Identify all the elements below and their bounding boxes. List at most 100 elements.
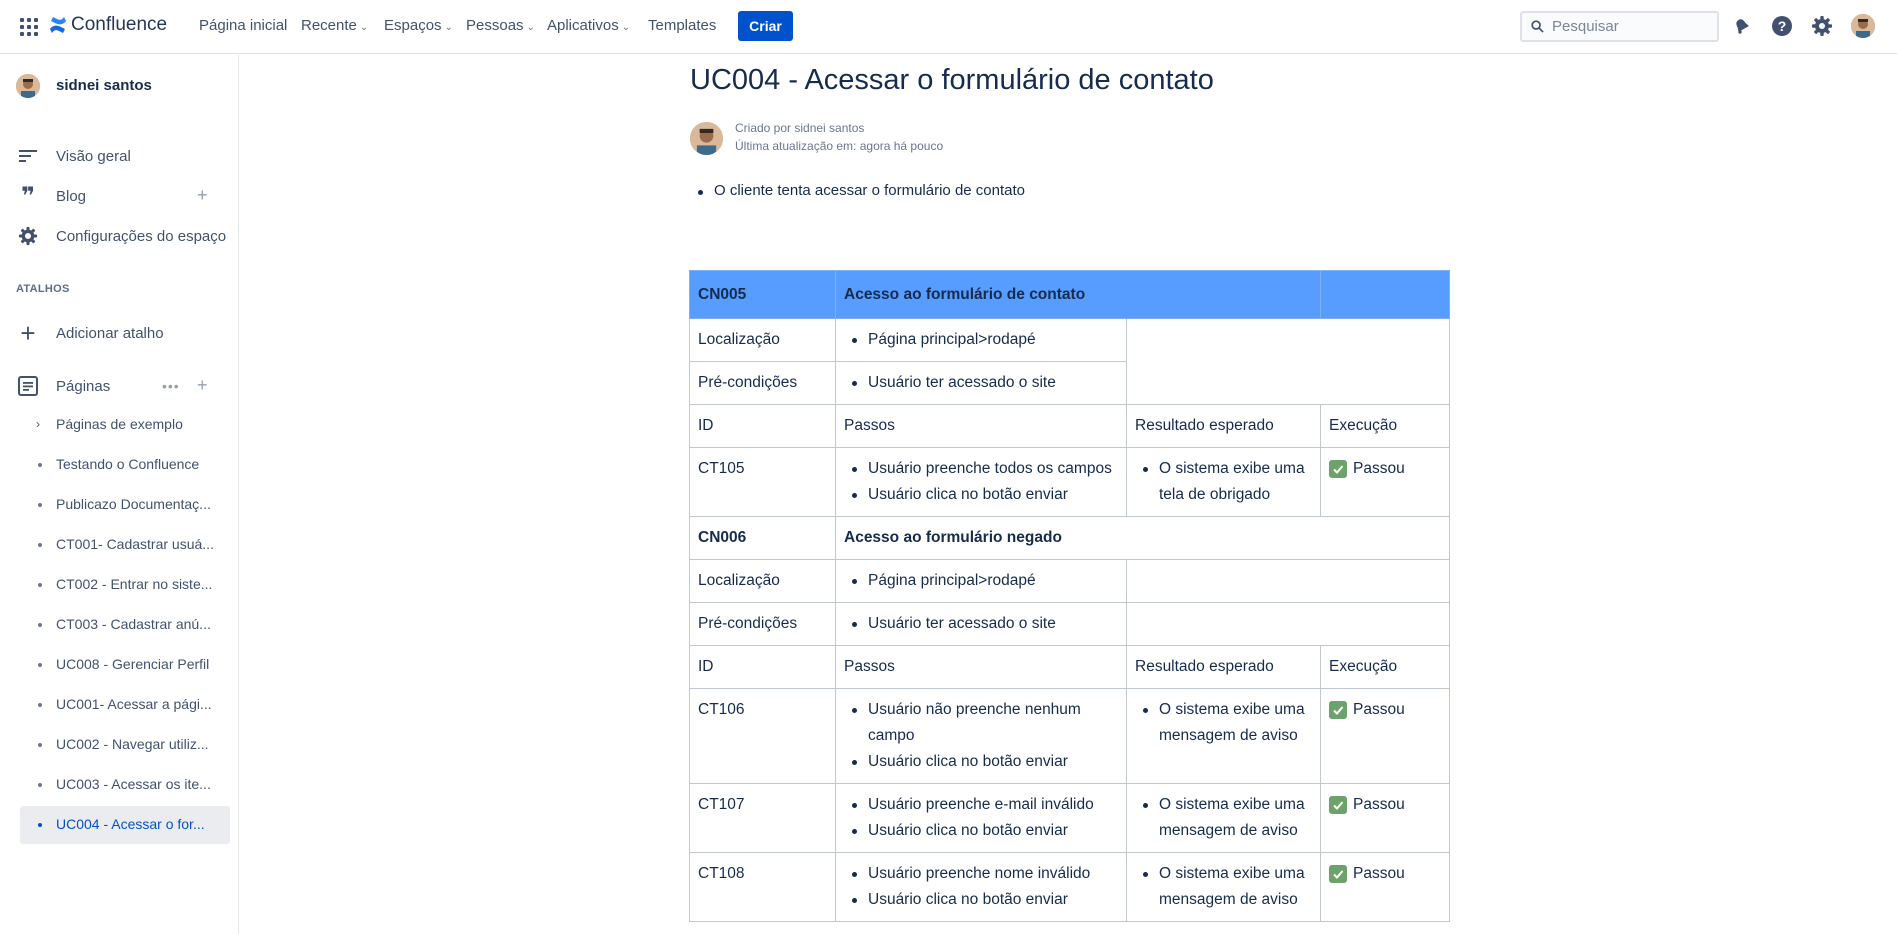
ct106-id: CT106 (689, 688, 836, 784)
sidebar-item-overview[interactable]: Visão geral (0, 141, 239, 171)
page-tree-item[interactable]: › Páginas de exemplo (20, 406, 230, 444)
cn005-title: Acesso ao formulário de contato (835, 270, 1321, 319)
table-cell (1126, 559, 1450, 603)
nav-recent-label: Recente (301, 17, 357, 34)
page-tree-item-label: Testando o Confluence (56, 456, 200, 472)
localizacao-value: Página principal>rodapé (835, 318, 1127, 362)
table-row: Localização Página principal>rodapé (689, 559, 1450, 603)
sidebar-item-label: Configurações do espaço (56, 228, 227, 245)
cn006-id: CN006 (689, 516, 836, 560)
nav-people-label: Pessoas (466, 17, 524, 34)
header-execution: Execução (1320, 404, 1450, 448)
precond-value: Usuário ter acessado o site (835, 602, 1127, 646)
page-tree-item-label: UC002 - Navegar utiliz... (56, 736, 209, 752)
page-tree-item-label: CT002 - Entrar no siste... (56, 576, 213, 592)
page-tree-item[interactable]: Testando o Confluence (20, 446, 230, 484)
app-switcher-icon[interactable] (20, 18, 38, 36)
precond-label: Pré-condições (689, 602, 836, 646)
bullet-icon (38, 823, 42, 827)
confluence-logo[interactable]: Confluence (49, 14, 167, 36)
search-input[interactable] (1552, 18, 1702, 35)
ct105-id: CT105 (689, 447, 836, 517)
page-title: UC004 - Acessar o formulário de contato (690, 64, 1214, 96)
nav-recent[interactable]: Recente ⌄ (301, 17, 368, 34)
page-tree-item-active[interactable]: UC004 - Acessar o for... (20, 806, 230, 844)
header-expected: Resultado esperado (1126, 404, 1321, 448)
table-row: CT105 Usuário preenche todos os campos U… (689, 447, 1450, 517)
page-tree-item[interactable]: CT001- Cadastrar usuá... (20, 526, 230, 564)
user-avatar (16, 74, 40, 98)
table-row: CN005 Acesso ao formulário de contato (689, 270, 1450, 319)
page-tree-item-label: UC003 - Acessar os ite... (56, 776, 211, 792)
summary-list: O cliente tenta acessar o formulário de … (690, 182, 1025, 199)
sidebar-item-space-settings[interactable]: Configurações do espaço (0, 221, 239, 251)
add-page-icon[interactable]: + (197, 375, 208, 396)
page-tree-item-label: UC004 - Acessar o for... (56, 816, 205, 832)
page-tree-item[interactable]: CT002 - Entrar no siste... (20, 566, 230, 604)
list-item: Usuário ter acessado o site (844, 611, 1118, 637)
chevron-right-icon[interactable]: › (36, 417, 40, 431)
ct106-steps: Usuário não preenche nenhum campo Usuári… (835, 688, 1127, 784)
table-row: Pré-condições Usuário ter acessado o sit… (689, 602, 1450, 646)
pages-header[interactable]: Páginas ••• + (0, 371, 239, 401)
cn005-id: CN005 (689, 270, 836, 319)
ct107-steps: Usuário preenche e-mail inválido Usuário… (835, 783, 1127, 853)
add-blog-icon[interactable]: + (197, 185, 208, 206)
table-row: CT107 Usuário preenche e-mail inválido U… (689, 783, 1450, 853)
check-mark-icon (1329, 460, 1347, 478)
create-button[interactable]: Criar (738, 11, 793, 41)
ct106-execution: Passou (1320, 688, 1450, 784)
author-avatar[interactable] (690, 122, 723, 155)
nav-apps-label: Aplicativos (547, 17, 619, 34)
page-tree-item[interactable]: UC002 - Navegar utiliz... (20, 726, 230, 764)
created-by: Criado por sidnei santos (735, 121, 865, 135)
cn006-title: Acesso ao formulário negado (835, 516, 1450, 560)
ct105-steps: Usuário preenche todos os campos Usuário… (835, 447, 1127, 517)
more-actions-icon[interactable]: ••• (162, 378, 180, 394)
page-tree-item-label: CT001- Cadastrar usuá... (56, 536, 214, 552)
page-tree-item[interactable]: Publicazo Documentaç... (20, 486, 230, 524)
sidebar-item-label: Blog (56, 188, 87, 205)
nav-spaces[interactable]: Espaços ⌄ (384, 17, 453, 34)
table-row: CT108 Usuário preenche nome inválido Usu… (689, 852, 1450, 922)
check-mark-icon (1329, 701, 1347, 719)
bullet-icon (38, 583, 42, 587)
page-tree-item[interactable]: UC008 - Gerenciar Perfil (20, 646, 230, 684)
table-row: Localização Página principal>rodapé (689, 318, 1450, 405)
help-icon[interactable]: ? (1770, 14, 1794, 38)
nav-people[interactable]: Pessoas ⌄ (466, 17, 535, 34)
page-tree-item[interactable]: CT003 - Cadastrar anú... (20, 606, 230, 644)
nav-apps[interactable]: Aplicativos ⌄ (547, 17, 630, 34)
list-item: Usuário preenche nome inválido (844, 861, 1118, 887)
status-text: Passou (1353, 865, 1405, 882)
bullet-icon (38, 783, 42, 787)
localizacao-label: Localização (689, 559, 836, 603)
notifications-icon[interactable] (1730, 14, 1754, 38)
sidebar-item-blog[interactable]: ❞ Blog + (0, 181, 239, 211)
top-navigation: Confluence Página inicial Recente ⌄ Espaç… (0, 0, 1897, 54)
nav-home[interactable]: Página inicial (199, 17, 287, 34)
ct108-steps: Usuário preenche nome inválido Usuário c… (835, 852, 1127, 922)
localizacao-label: Localização (689, 318, 836, 362)
search-box[interactable] (1520, 11, 1719, 42)
add-shortcut-button[interactable]: + Adicionar atalho (0, 318, 239, 348)
chevron-down-icon: ⌄ (621, 22, 631, 33)
list-item: O sistema exibe uma tela de obrigado (1135, 456, 1312, 508)
page-tree-item[interactable]: UC003 - Acessar os ite... (20, 766, 230, 804)
page-tree-item-label: UC001- Acessar a pági... (56, 696, 212, 712)
last-updated: Última atualização em: agora há pouco (735, 139, 944, 153)
quote-icon: ❞ (20, 182, 36, 210)
table-cell (1320, 270, 1450, 319)
settings-icon[interactable] (1810, 14, 1834, 38)
gear-icon (16, 224, 40, 248)
page-tree-item[interactable]: UC001- Acessar a pági... (20, 686, 230, 724)
nav-templates-label: Templates (648, 17, 717, 34)
nav-templates[interactable]: Templates (648, 17, 716, 34)
profile-avatar[interactable] (1851, 14, 1875, 38)
space-header[interactable]: sidnei santos (0, 72, 239, 102)
ct105-execution: Passou (1320, 447, 1450, 517)
list-item: Usuário clica no botão enviar (844, 818, 1118, 844)
check-mark-icon (1329, 865, 1347, 883)
ct108-result: O sistema exibe uma mensagem de aviso (1126, 852, 1321, 922)
chevron-down-icon: ⌄ (444, 22, 453, 33)
